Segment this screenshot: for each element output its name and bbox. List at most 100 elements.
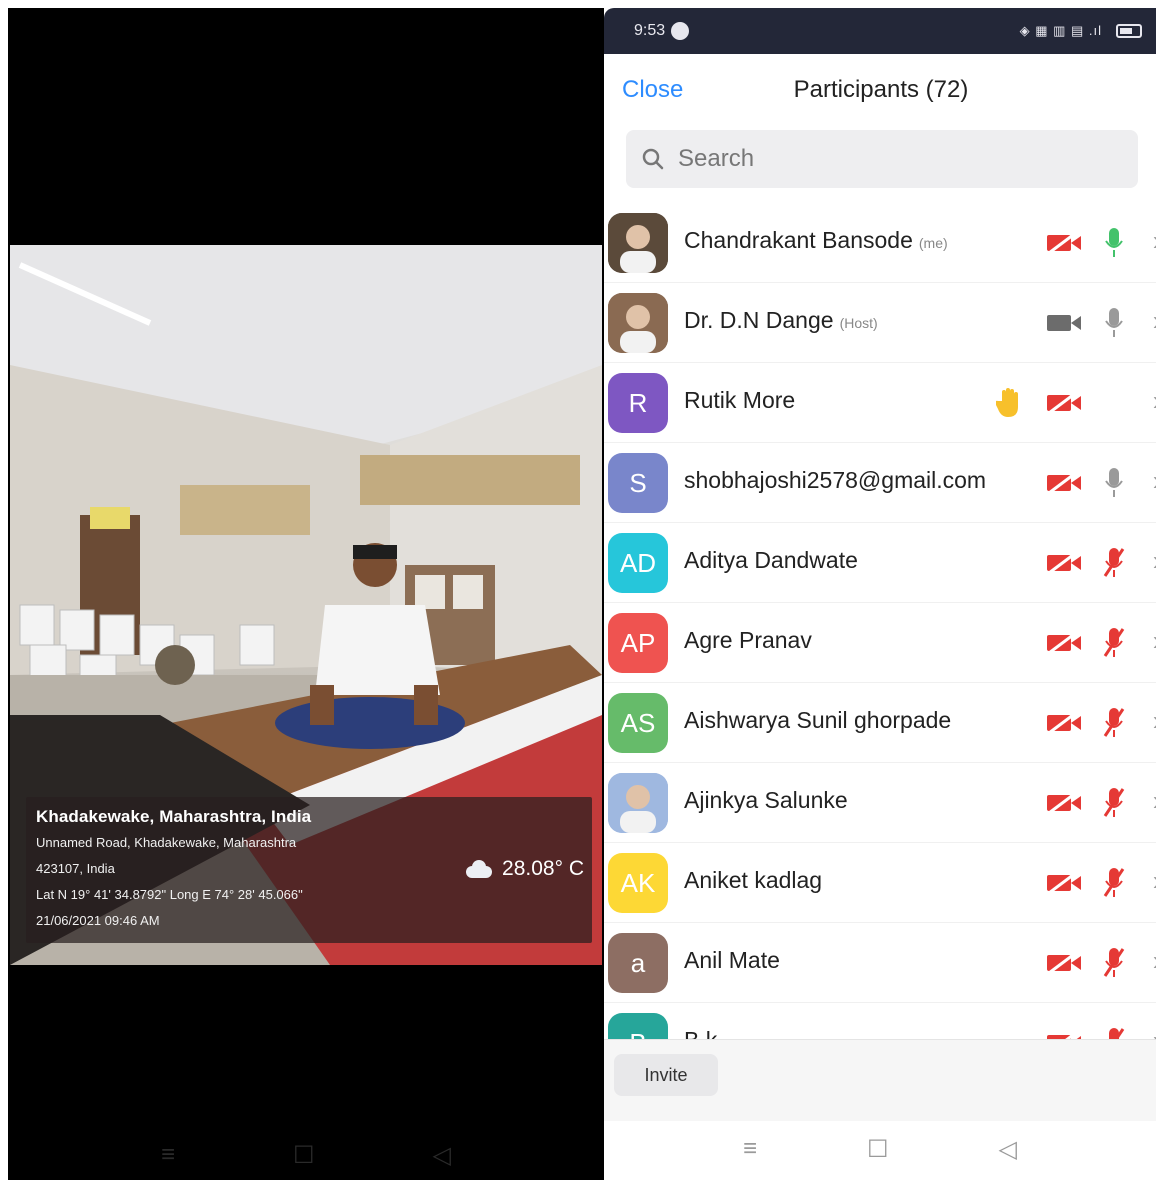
avatar-initials: R (628, 387, 648, 418)
search-icon (642, 148, 664, 170)
participant-name: Aishwarya Sunil ghorpade (684, 707, 951, 734)
participant-name: Aditya Dandwate (684, 547, 858, 574)
participant-row[interactable]: RRutik More› (604, 363, 1156, 443)
mic-idle-icon (1094, 465, 1134, 501)
video-off-icon (1044, 785, 1084, 821)
notification-icon (671, 22, 690, 40)
yoga-photo: Khadakewake, Maharashtra, India Unnamed … (10, 245, 602, 965)
avatar (608, 293, 668, 353)
participant-row[interactable]: Chandrakant Bansode(me)› (604, 203, 1156, 283)
mic-idle-icon (1094, 305, 1134, 341)
geotag-address-line1: Unnamed Road, Khadakewake, Maharashtra (36, 835, 297, 850)
cloud-icon (464, 860, 494, 878)
mic-muted-icon (1094, 785, 1134, 821)
participants-header: Close Participants (72) (604, 54, 1156, 130)
geotag-overlay: Khadakewake, Maharashtra, India Unnamed … (26, 797, 592, 943)
mic-muted-icon (1094, 625, 1134, 661)
avatar-initials: AK (620, 867, 656, 898)
avatar: AP (608, 613, 668, 673)
participant-row[interactable]: APAgre Pranav› (604, 603, 1156, 683)
participant-name-text: Dr. D.N Dange (684, 307, 834, 333)
avatar-initials: a (630, 947, 646, 978)
mic-muted-icon (1094, 545, 1134, 581)
participant-name-text: Agre Pranav (684, 627, 812, 653)
participant-list[interactable]: Chandrakant Bansode(me)›Dr. D.N Dange(Ho… (604, 203, 1156, 1039)
participant-name: Ajinkya Salunke (684, 787, 848, 814)
participant-name-text: Anil Mate (684, 947, 780, 973)
participant-name-text: Ajinkya Salunke (684, 787, 848, 813)
participant-row[interactable]: ASAishwarya Sunil ghorpade› (604, 683, 1156, 763)
video-off-icon (1044, 385, 1084, 421)
participant-row[interactable]: ADAditya Dandwate› (604, 523, 1156, 603)
right-android-nav-bar: ≡ ☐ ◁ (604, 1118, 1156, 1180)
avatar-initials: AP (620, 627, 656, 658)
participant-name: Anil Mate (684, 947, 780, 974)
participant-row[interactable]: Ajinkya Salunke› (604, 763, 1156, 843)
participant-name: B k (684, 1027, 717, 1039)
participant-name: Dr. D.N Dange (Host) (684, 307, 878, 334)
participant-role-tag: (me) (918, 235, 948, 251)
video-on-icon (1044, 305, 1084, 341)
mic-muted-icon (1094, 945, 1134, 981)
geotag-coordinates: Lat N 19° 41' 34.8792" Long E 74° 28' 45… (36, 887, 303, 902)
left-android-nav-bar: ≡ ☐ ◁ (8, 1130, 604, 1180)
avatar-initials: S (629, 467, 647, 498)
video-off-icon (1044, 465, 1084, 501)
menu-nav-icon[interactable]: ≡ (161, 1141, 175, 1169)
participant-name-text: Chandrakant Bansode (684, 227, 913, 253)
screenshot-collage: Khadakewake, Maharashtra, India Unnamed … (0, 0, 1156, 1180)
participant-name: Agre Pranav (684, 627, 812, 654)
mic-muted-icon (1094, 1025, 1134, 1039)
participant-row[interactable]: BB k› (604, 1003, 1156, 1039)
back-nav-icon[interactable]: ◁ (999, 1135, 1017, 1164)
participant-name-text: Aniket kadlag (684, 867, 823, 893)
menu-nav-icon[interactable]: ≡ (743, 1135, 757, 1163)
page-title: Participants (72) (793, 76, 969, 103)
video-off-icon (1044, 705, 1084, 741)
avatar: AS (608, 693, 668, 753)
invite-button[interactable]: Invite (614, 1054, 718, 1096)
geotag-datetime: 21/06/2021 09:46 AM (36, 913, 160, 928)
participant-name-text: shobhajoshi2578@gmail.com (684, 467, 987, 493)
left-phone-screen: Khadakewake, Maharashtra, India Unnamed … (8, 8, 604, 1180)
signal-icons: ◈ ▦ ▥ ▤ .ıl (1019, 23, 1102, 38)
avatar-initials: AS (620, 707, 656, 738)
avatar: B (608, 1013, 668, 1039)
avatar (608, 773, 668, 833)
mic-on-icon (1094, 225, 1134, 261)
battery-icon (1116, 24, 1142, 38)
home-nav-icon[interactable]: ☐ (867, 1135, 889, 1164)
avatar: S (608, 453, 668, 513)
participant-role-tag: (Host) (839, 315, 878, 331)
status-time: 9:53 (634, 22, 666, 39)
search-bar[interactable] (626, 130, 1138, 188)
video-off-icon (1044, 945, 1084, 981)
video-off-icon (1044, 545, 1084, 581)
participant-row[interactable]: aAnil Mate› (604, 923, 1156, 1003)
participant-name: Rutik More (684, 387, 795, 414)
geotag-address-line2: 423107, India (36, 861, 115, 876)
avatar: R (608, 373, 668, 433)
mic-muted-icon (1094, 705, 1134, 741)
video-off-icon (1044, 865, 1084, 901)
avatar (608, 213, 668, 273)
participant-row[interactable]: Sshobhajoshi2578@gmail.com› (604, 443, 1156, 523)
participant-row[interactable]: AKAniket kadlag› (604, 843, 1156, 923)
bottom-action-bar: Invite (604, 1039, 1156, 1121)
avatar-initials: AD (619, 547, 657, 578)
avatar: AK (608, 853, 668, 913)
back-nav-icon[interactable]: ◁ (433, 1141, 451, 1170)
video-off-icon (1044, 1025, 1084, 1039)
home-nav-icon[interactable]: ☐ (293, 1141, 315, 1170)
avatar: AD (608, 533, 668, 593)
status-bar: 9:53 ◈ ▦ ▥ ▤ .ıl (604, 8, 1156, 54)
avatar: a (608, 933, 668, 993)
right-phone-screen: 9:53 ◈ ▦ ▥ ▤ .ıl Close Participants (72)… (604, 8, 1156, 1180)
video-off-icon (1044, 625, 1084, 661)
mic-muted-icon (1094, 865, 1134, 901)
search-input[interactable] (678, 145, 1098, 173)
participant-name-text: Aishwarya Sunil ghorpade (684, 707, 952, 733)
participant-row[interactable]: Dr. D.N Dange(Host)› (604, 283, 1156, 363)
participant-name-text: Rutik More (684, 387, 796, 413)
participant-name-text: Aditya Dandwate (684, 547, 858, 573)
